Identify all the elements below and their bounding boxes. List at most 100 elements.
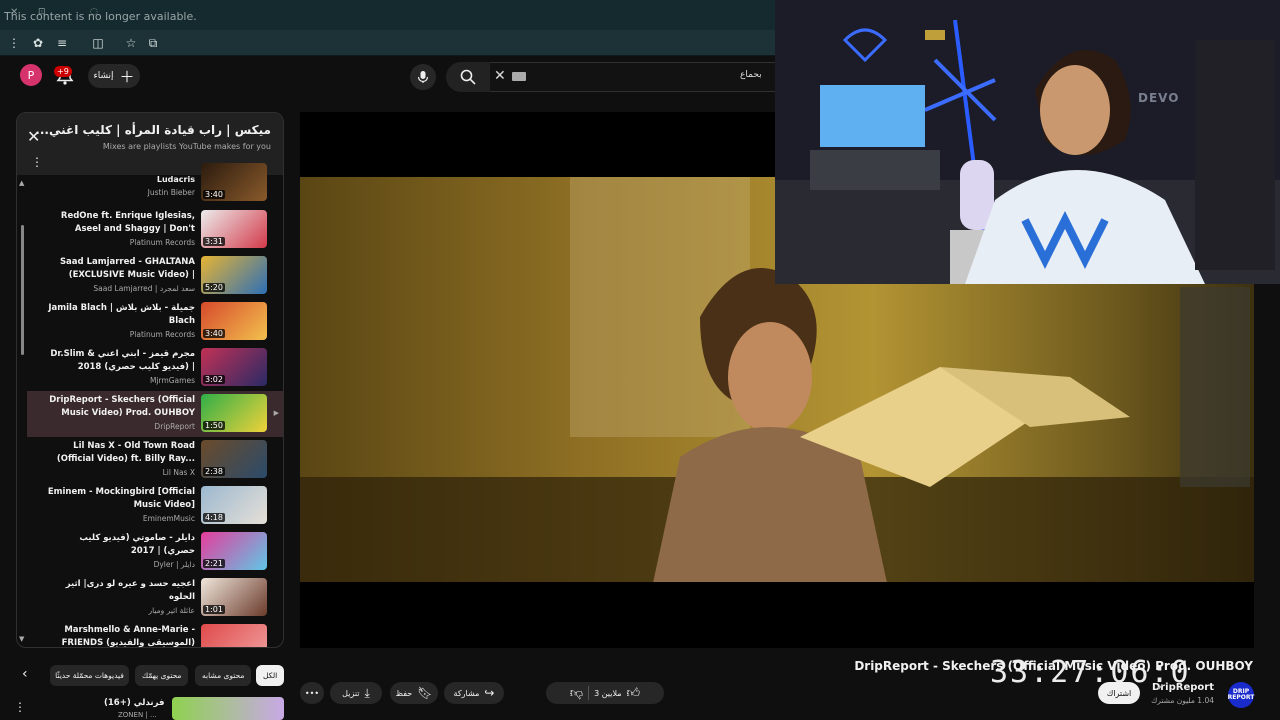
recommendation-thumbnail[interactable] [172, 697, 284, 720]
playlist-item-title[interactable]: Eminem - Mockingbird [Official Music Vid… [45, 486, 195, 513]
create-button[interactable]: إنشاء ＋ [88, 64, 140, 88]
playlist-subtitle: Mixes are playlists YouTube makes for yo… [102, 142, 271, 151]
kebab-icon[interactable]: ⋮ [6, 35, 22, 51]
playlist-title[interactable]: ميكس | راب قيادة المرأه | كليب اغني... [35, 123, 271, 137]
playlist-item-thumbnail[interactable] [201, 624, 267, 647]
playlist-item-thumbnail[interactable]: 4:18 [201, 486, 267, 524]
keyboard-icon[interactable] [512, 72, 526, 81]
playlist-item-title[interactable]: دايلر - صاموتي (فيديو كليب حصري) | 2017 [45, 532, 195, 559]
playlist-item[interactable]: 3:02 Dr.Slim & مجرم قيمز - ابني اعني | (ف… [27, 345, 283, 391]
playlist-item-thumbnail[interactable]: 3:40 [201, 302, 267, 340]
playlist-item-channel: DripReport [154, 422, 195, 431]
sidepanel-icon[interactable]: ◫ [90, 35, 106, 51]
streamer-webcam-overlay: DEVO [775, 0, 1280, 284]
playlist-item-current[interactable]: 1:50 DripReport - Skechers (Official Musi… [27, 391, 283, 437]
star-icon[interactable]: ☆ [123, 35, 139, 51]
playlist-item-title[interactable]: Marshmello & Anne-Marie - FRIENDS (الموس… [45, 624, 195, 647]
recommendation-channel: ZONEN | ... [118, 711, 157, 719]
subscriber-count: 1.04 مليون مشترك [1151, 696, 1214, 705]
playlist-item-channel: EminemMusic [142, 514, 195, 523]
notifications-badge: +9 [54, 66, 72, 77]
playlist-item-title[interactable]: Dr.Slim & مجرم قيمز - ابني اعني | (فيديو… [45, 348, 195, 375]
voice-search-button[interactable] [410, 64, 436, 90]
duration-badge: 4:18 [203, 513, 225, 522]
search-query-text[interactable]: بحماع [740, 70, 762, 80]
playlist-item-thumbnail[interactable]: 3:40 [201, 163, 267, 201]
playlist-item[interactable]: 1:01 اعجيه حسد و عيره لو درى| اثير الحلوه… [27, 575, 283, 621]
playlist-item[interactable]: 2:38 Lil Nas X - Old Town Road (Official … [27, 437, 283, 483]
playlist-item-title[interactable]: Jamila Blach | جميلة - بلاش بلاش Blach [45, 302, 195, 329]
bookmark-icon: 🔖︎ [417, 686, 433, 700]
clear-search-icon[interactable]: ✕ [494, 68, 506, 84]
download-button[interactable]: تنزيل ⤓ [330, 682, 382, 704]
playlist-item[interactable]: 3:31 RedOne ft. Enrique Iglesias, Aseel a… [27, 207, 283, 253]
extension-puzzle-icon[interactable]: ✿ [30, 35, 46, 51]
recommendation-title[interactable]: فرندلي (+16) [104, 698, 164, 708]
playlist-item-title[interactable]: RedOne ft. Enrique Iglesias, Aseel and S… [45, 210, 195, 237]
playlist-item-thumbnail[interactable]: 5:20 [201, 256, 267, 294]
playlist-item-title[interactable]: Saad Lamjarred - GHALTANA (EXCLUSIVE Mus… [45, 256, 195, 283]
playlist-item-thumbnail[interactable]: 3:31 [201, 210, 267, 248]
subscribe-button[interactable]: اشتراك [1098, 682, 1140, 704]
playlist-item-thumbnail[interactable]: 2:38 [201, 440, 267, 478]
playlist-item-thumbnail[interactable]: 2:21 [201, 532, 267, 570]
playlist-item-title[interactable]: اعجيه حسد و عيره لو درى| اثير الحلوه [45, 578, 195, 605]
duration-badge: 3:40 [203, 190, 225, 199]
like-count[interactable]: 3 ملايين [594, 689, 621, 698]
like-icon[interactable]: 👍︎ [627, 686, 641, 701]
chip-recently-uploaded[interactable]: فيديوهات محمّلة حديثًا [50, 665, 129, 686]
playlist-item-channel: Saad Lamjarred | سعد لمجرد [93, 284, 195, 293]
like-dislike-group: 👎︎ 3 ملايين 👍︎ [546, 682, 664, 704]
close-icon[interactable]: ✕ [27, 127, 40, 146]
playlist-item-channel: Platinum Records [129, 330, 195, 339]
queue-icon[interactable]: ≡ [54, 35, 70, 51]
verified-icon: ✔ [1157, 683, 1164, 692]
share-icon: ↪ [484, 686, 495, 700]
account-avatar[interactable]: P [20, 64, 42, 86]
search-button[interactable] [446, 62, 490, 92]
playlist-item-title[interactable]: DripReport - Skechers (Official Music Vi… [45, 394, 195, 421]
more-horizontal-icon: ••• [304, 688, 320, 698]
channel-avatar[interactable]: DRIP REPORT [1228, 682, 1254, 708]
playlist-item-thumbnail[interactable]: 3:02 [201, 348, 267, 386]
chip-for-you[interactable]: محتوى يهمّك [135, 665, 189, 686]
save-label: حفظ [395, 688, 413, 698]
playlist-item-channel: MjrmGames [149, 376, 195, 385]
playlist-item[interactable]: 3:40 Ludacris Justin Bieber [27, 163, 283, 201]
webcam-brand-text: DEVO [1138, 91, 1180, 105]
tab-icon[interactable]: ⧉ [145, 35, 161, 51]
microphone-icon [417, 71, 429, 83]
download-label: تنزيل [342, 688, 360, 698]
playlist-item[interactable]: 2:21 دايلر - صاموتي (فيديو كليب حصري) | 2… [27, 529, 283, 575]
share-label: مشاركة [453, 688, 480, 698]
dislike-icon[interactable]: 👎︎ [570, 686, 583, 701]
playlist-item[interactable]: 3:40 Jamila Blach | جميلة - بلاش بلاش Bla… [27, 299, 283, 345]
create-label: إنشاء [93, 71, 114, 81]
scroll-down-icon[interactable]: ▼ [19, 635, 24, 643]
duration-badge: 1:01 [203, 605, 225, 614]
playlist-item[interactable]: 5:20 Saad Lamjarred - GHALTANA (EXCLUSIVE… [27, 253, 283, 299]
playlist-item-thumbnail[interactable]: 1:01 [201, 578, 267, 616]
share-button[interactable]: مشاركة ↪ [444, 682, 504, 704]
playlist-item-channel: Justin Bieber [147, 188, 195, 197]
chip-all[interactable]: الكل [256, 665, 285, 686]
chip-related[interactable]: محتوى مشابه [195, 665, 252, 686]
playlist-item[interactable]: 4:18 Eminem - Mockingbird [Official Music… [27, 483, 283, 529]
duration-badge: 1:50 [203, 421, 225, 430]
duration-badge: 3:02 [203, 375, 225, 384]
chevron-left-icon[interactable]: ‹ [22, 666, 28, 682]
more-options-icon[interactable]: ⋮ [31, 155, 43, 169]
more-options-icon[interactable]: ⋮ [14, 700, 26, 714]
more-actions-button[interactable]: ••• [300, 682, 324, 704]
duration-badge: 3:31 [203, 237, 225, 246]
playlist-item-title[interactable]: Lil Nas X - Old Town Road (Official Vide… [45, 440, 195, 467]
download-icon: ⤓ [364, 685, 370, 700]
scroll-up-icon[interactable]: ▲ [19, 179, 24, 187]
mix-playlist-panel: ميكس | راب قيادة المرأه | كليب اغني... M… [16, 112, 284, 648]
playlist-item[interactable]: Marshmello & Anne-Marie - FRIENDS (الموس… [27, 621, 283, 647]
playlist-scrollbar[interactable] [21, 225, 24, 355]
playlist-item-title[interactable]: Ludacris [45, 173, 195, 186]
duration-badge: 2:38 [203, 467, 225, 476]
playlist-item-thumbnail[interactable]: 1:50 [201, 394, 267, 432]
save-button[interactable]: حفظ 🔖︎ [390, 682, 438, 704]
